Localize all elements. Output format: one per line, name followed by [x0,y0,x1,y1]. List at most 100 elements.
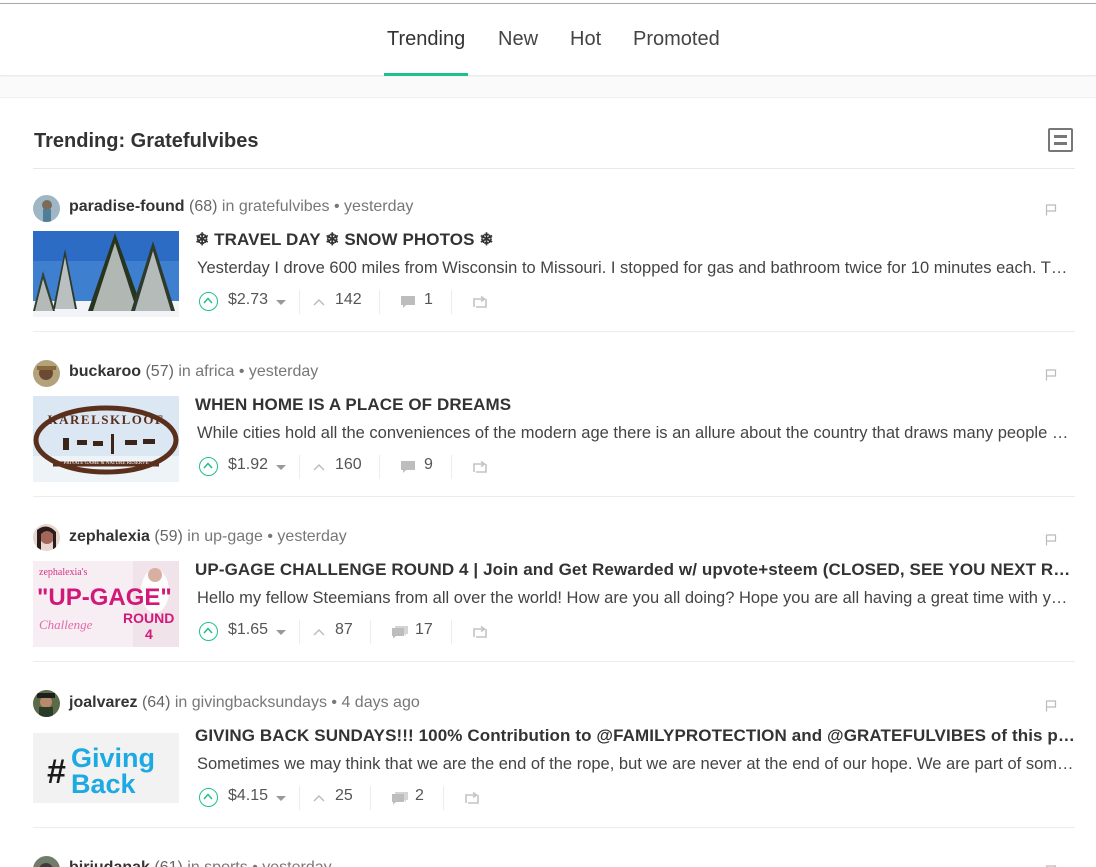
comment-icon[interactable] [391,625,409,639]
category-link[interactable]: africa [195,363,234,380]
author-link[interactable]: zephalexia [69,528,150,545]
post-meta: buckaroo (57) in africa • yesterday [69,363,318,381]
giving-back-logo-image[interactable]: # Giving Back [33,733,179,803]
in-label: in [221,198,235,215]
thumb-banner-top: zephalexia's [39,567,88,578]
post-excerpt[interactable]: Hello my fellow Steemians from all over … [197,589,1075,608]
flag-icon[interactable] [1045,204,1057,216]
tab-promoted[interactable]: Promoted [633,28,720,51]
karelskloof-sign-image[interactable]: KARELSKLOOF PRIVATE GAME & NATURE RESERV… [33,396,179,482]
chevron-down-icon[interactable] [276,300,286,305]
upvote-icon[interactable] [199,622,218,641]
tab-hot[interactable]: Hot [570,28,601,51]
post-time: • 4 days ago [331,694,420,711]
author-link[interactable]: buckaroo [69,363,141,380]
avatar[interactable] [33,690,60,717]
divider [33,331,1075,332]
comment-icon[interactable] [400,460,416,474]
category-link[interactable]: gratefulvibes [239,198,330,215]
author-link[interactable]: joalvarez [69,694,137,711]
divider [370,620,371,644]
divider [299,455,300,479]
post-meta: birjudanak (61) in sports • yesterday [69,859,332,867]
post-actions: $4.15 25 2 [199,786,599,810]
divider [379,455,380,479]
in-label: in [174,694,188,711]
post-title[interactable]: ❄ TRAVEL DAY ❄ SNOW PHOTOS ❄ [195,230,1075,250]
author-link[interactable]: paradise-found [69,198,185,215]
vote-count[interactable]: 160 [335,456,362,474]
chevron-down-icon[interactable] [276,796,286,801]
divider [299,290,300,314]
avatar[interactable] [33,195,60,222]
payout-value[interactable]: $1.65 [228,621,268,639]
reblog-icon[interactable] [472,296,488,308]
author-reputation: (59) [154,528,183,545]
tab-trending[interactable]: Trending [387,28,465,51]
thumb-hash-text: # [47,753,66,791]
vote-count-icon [313,629,325,636]
flag-icon[interactable] [1045,369,1057,381]
thumb-banner-main: "UP-GAGE" [37,584,172,611]
post-actions: $1.92 160 9 [199,455,599,479]
payout-value[interactable]: $4.15 [228,787,268,805]
vote-count[interactable]: 25 [335,787,353,805]
author-link[interactable]: birjudanak [69,859,150,867]
comment-count[interactable]: 17 [415,621,433,639]
reblog-icon[interactable] [472,461,488,473]
author-reputation: (64) [141,694,171,711]
comment-count[interactable]: 1 [424,291,433,309]
upvote-icon[interactable] [199,788,218,807]
post-actions: $1.65 87 17 [199,620,599,644]
post-time: • yesterday [267,528,347,545]
comment-count[interactable]: 2 [415,787,424,805]
flag-icon[interactable] [1045,700,1057,712]
author-reputation: (57) [145,363,174,380]
post-excerpt[interactable]: Yesterday I drove 600 miles from Wiscons… [197,259,1075,278]
post-meta: zephalexia (59) in up-gage • yesterday [69,528,347,546]
page-title: Trending: Gratefulvibes [34,130,259,152]
flag-icon[interactable] [1045,534,1057,546]
in-label: in [187,528,200,545]
post-item: paradise-found (68) in gratefulvibes • y… [33,170,1075,336]
upvote-icon[interactable] [199,292,218,311]
thumb-sign-title: KARELSKLOOF [48,412,165,427]
reblog-icon[interactable] [464,792,480,804]
divider [451,620,452,644]
divider [33,661,1075,662]
comment-icon[interactable] [400,295,416,309]
comment-count[interactable]: 9 [424,456,433,474]
up-gage-banner-image[interactable]: zephalexia's "UP-GAGE" Challenge ROUND 4 [33,561,179,647]
vote-count[interactable]: 87 [335,621,353,639]
chevron-down-icon[interactable] [276,630,286,635]
post-title[interactable]: WHEN HOME IS A PLACE OF DREAMS [195,395,1075,415]
vote-count[interactable]: 142 [335,291,362,309]
category-link[interactable]: givingbacksundays [192,694,327,711]
post-title[interactable]: GIVING BACK SUNDAYS!!! 100% Contribution… [195,726,1075,746]
post-item: buckaroo (57) in africa • yesterday KARE… [33,335,1075,501]
reblog-icon[interactable] [472,626,488,638]
thumb-banner-round-number: 4 [145,626,153,642]
category-link[interactable]: sports [204,859,248,867]
category-link[interactable]: up-gage [204,528,263,545]
comment-icon[interactable] [391,791,409,805]
divider [33,827,1075,828]
post-excerpt[interactable]: Sometimes we may think that we are the e… [197,755,1075,774]
layout-toggle-icon[interactable] [1048,128,1073,152]
active-tab-indicator [384,73,468,76]
divider [370,786,371,810]
avatar[interactable] [33,524,60,551]
payout-value[interactable]: $1.92 [228,456,268,474]
upvote-icon[interactable] [199,457,218,476]
avatar[interactable] [33,360,60,387]
chevron-down-icon[interactable] [276,465,286,470]
post-time: • yesterday [238,363,319,380]
tab-new[interactable]: New [498,28,538,51]
avatar[interactable] [33,856,60,867]
divider [379,290,380,314]
snowy-trees-image[interactable] [33,231,179,317]
payout-value[interactable]: $2.73 [228,291,268,309]
post-title[interactable]: UP-GAGE CHALLENGE ROUND 4 | Join and Get… [195,560,1075,580]
post-excerpt[interactable]: While cities hold all the conveniences o… [197,424,1075,443]
vote-count-icon [313,299,325,306]
